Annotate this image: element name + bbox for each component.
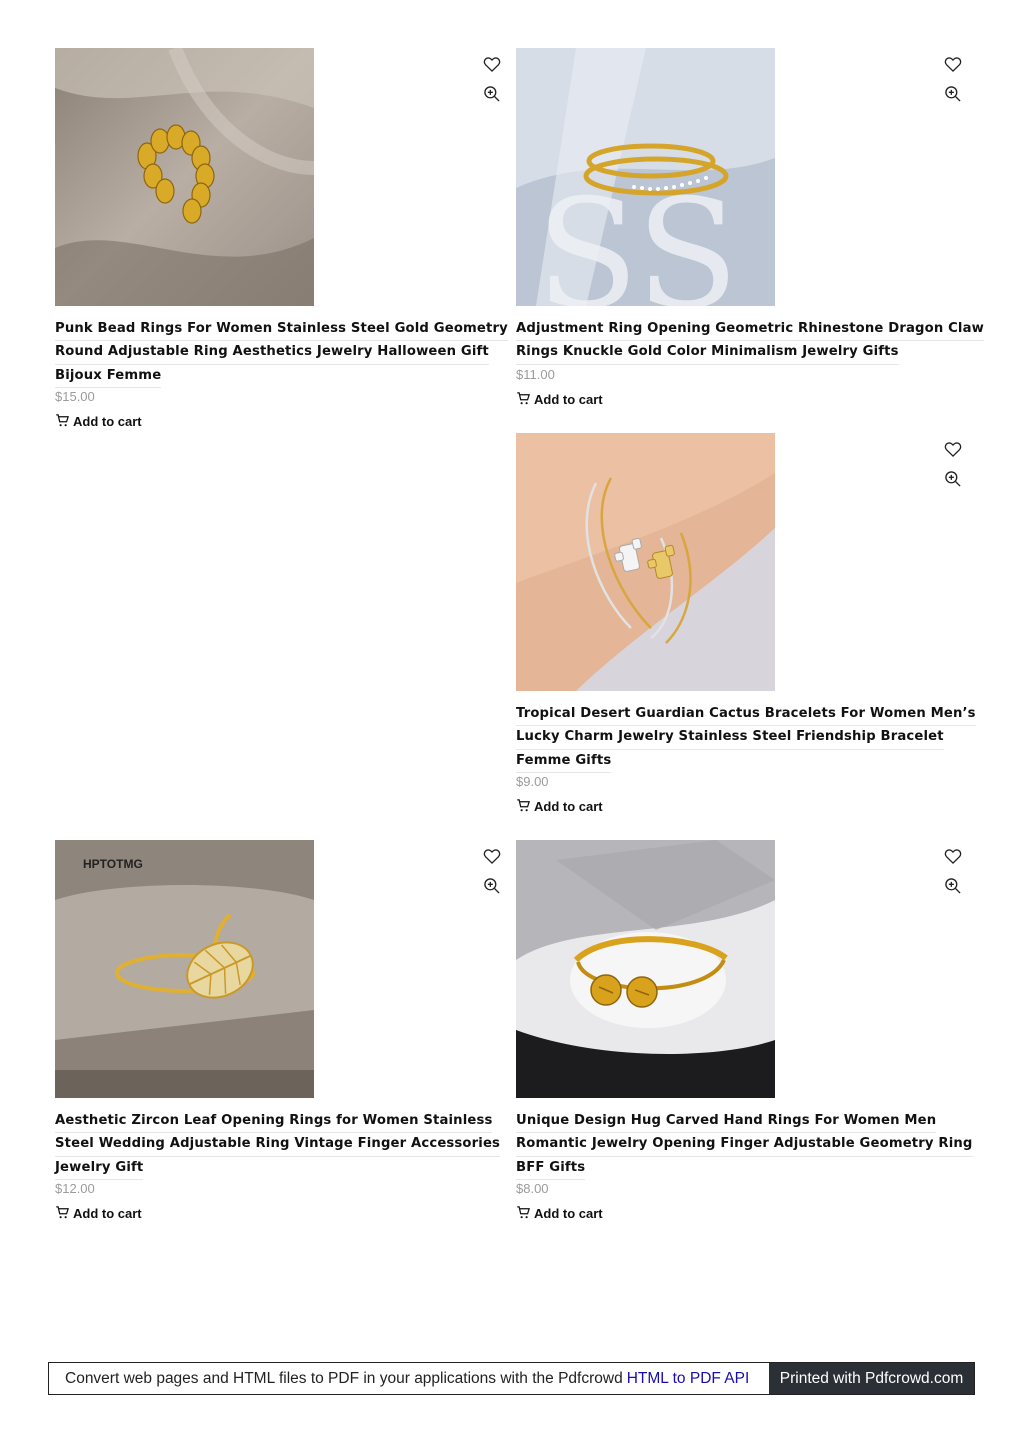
add-to-cart-label: Add to cart [73, 414, 142, 429]
product-title-line[interactable]: Punk Bead Rings For Women Stainless Stee… [55, 318, 508, 342]
product-title[interactable]: Tropical Desert Guardian Cactus Bracelet… [516, 703, 976, 774]
product-title-line[interactable]: Rings Knuckle Gold Color Minimalism Jewe… [516, 341, 899, 365]
add-to-cart-label: Add to cart [73, 1206, 142, 1221]
product-price: $15.00 [55, 389, 95, 404]
add-to-cart-label: Add to cart [534, 1206, 603, 1221]
printed-with-badge[interactable]: Printed with Pdfcrowd.com [769, 1363, 974, 1394]
product-image[interactable]: SS [516, 48, 775, 306]
cart-icon [56, 414, 69, 427]
product-price: $11.00 [516, 367, 555, 382]
heart-icon[interactable] [943, 846, 963, 866]
product-image[interactable] [516, 840, 775, 1098]
product-title-line[interactable]: Romantic Jewelry Opening Finger Adjustab… [516, 1133, 973, 1157]
product-title-line[interactable]: BFF Gifts [516, 1157, 586, 1181]
cart-icon [517, 1206, 530, 1219]
product-title[interactable]: Punk Bead Rings For Women Stainless Stee… [55, 318, 508, 389]
add-to-cart-label: Add to cart [534, 392, 603, 407]
heart-icon[interactable] [482, 846, 502, 866]
product-image[interactable] [516, 433, 775, 691]
product-title-line[interactable]: Round Adjustable Ring Aesthetics Jewelry… [55, 341, 489, 365]
product-price: $8.00 [516, 1181, 549, 1196]
product-image[interactable]: HPTOTMG [55, 840, 314, 1098]
heart-icon[interactable] [943, 54, 963, 74]
add-to-cart-button[interactable]: Add to cart [55, 413, 142, 429]
product-title-line[interactable]: Jewelry Gift [55, 1157, 144, 1181]
zoom-in-icon[interactable] [482, 84, 502, 104]
add-to-cart-button[interactable]: Add to cart [55, 1205, 142, 1221]
footer-message: Convert web pages and HTML files to PDF … [49, 1363, 769, 1394]
product-title-line[interactable]: Lucky Charm Jewelry Stainless Steel Frie… [516, 726, 944, 750]
heart-icon[interactable] [943, 439, 963, 459]
add-to-cart-button[interactable]: Add to cart [516, 798, 603, 814]
cart-icon [56, 1206, 69, 1219]
cart-icon [517, 392, 530, 405]
zoom-in-icon[interactable] [943, 876, 963, 896]
add-to-cart-button[interactable]: Add to cart [516, 1205, 603, 1221]
product-image[interactable] [55, 48, 314, 306]
zoom-in-icon[interactable] [482, 876, 502, 896]
product-title[interactable]: Aesthetic Zircon Leaf Opening Rings for … [55, 1110, 507, 1181]
pdfcrowd-footer: Convert web pages and HTML files to PDF … [48, 1362, 975, 1395]
product-title-line[interactable]: Aesthetic Zircon Leaf Opening Rings for … [55, 1110, 493, 1134]
cart-icon [517, 799, 530, 812]
image-watermark: HPTOTMG [83, 857, 143, 871]
product-title[interactable]: Adjustment Ring Opening Geometric Rhines… [516, 318, 984, 365]
html-to-pdf-api-link[interactable]: HTML to PDF API [627, 1370, 750, 1388]
product-price: $9.00 [516, 774, 549, 789]
product-title-line[interactable]: Adjustment Ring Opening Geometric Rhines… [516, 318, 984, 342]
product-title-line[interactable]: Bijoux Femme [55, 365, 162, 389]
zoom-in-icon[interactable] [943, 469, 963, 489]
add-to-cart-label: Add to cart [534, 799, 603, 814]
add-to-cart-button[interactable]: Add to cart [516, 391, 603, 407]
product-title-line[interactable]: Unique Design Hug Carved Hand Rings For … [516, 1110, 937, 1134]
product-price: $12.00 [55, 1181, 95, 1196]
footer-text: Convert web pages and HTML files to PDF … [65, 1369, 623, 1387]
zoom-in-icon[interactable] [943, 84, 963, 104]
heart-icon[interactable] [482, 54, 502, 74]
product-title-line[interactable]: Steel Wedding Adjustable Ring Vintage Fi… [55, 1133, 501, 1157]
product-title[interactable]: Unique Design Hug Carved Hand Rings For … [516, 1110, 973, 1181]
product-title-line[interactable]: Tropical Desert Guardian Cactus Bracelet… [516, 703, 976, 727]
product-title-line[interactable]: Femme Gifts [516, 750, 612, 774]
